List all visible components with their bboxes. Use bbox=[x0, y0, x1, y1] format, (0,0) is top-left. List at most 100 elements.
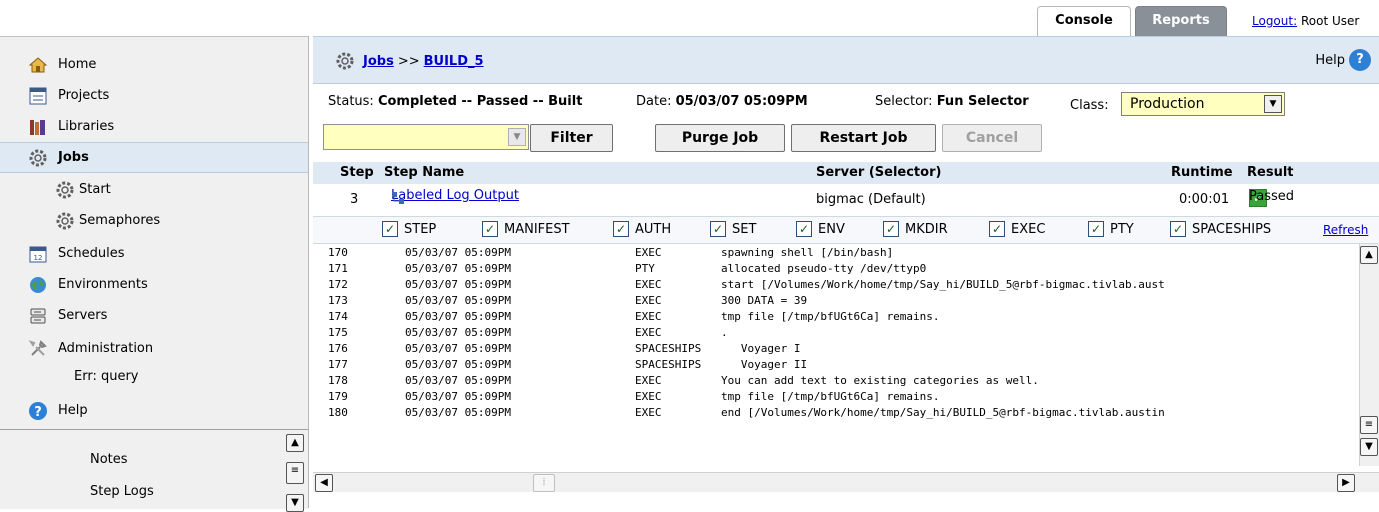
scroll-thumb[interactable]: ≡ bbox=[286, 462, 304, 484]
notes-link[interactable]: Notes bbox=[90, 452, 128, 467]
filter-checkbox-pty[interactable]: ✓ PTY bbox=[1088, 221, 1134, 237]
class-label: Class: bbox=[1070, 98, 1109, 113]
step-logs-link[interactable]: Step Logs bbox=[90, 484, 154, 499]
checkbox-icon[interactable]: ✓ bbox=[382, 221, 398, 237]
filter-checkbox-step[interactable]: ✓ STEP bbox=[382, 221, 436, 237]
refresh-link[interactable]: Refresh bbox=[1323, 223, 1368, 237]
sidebar-item-administration[interactable]: Administration bbox=[0, 333, 308, 364]
globe-icon bbox=[28, 275, 48, 295]
scroll-left-arrow-icon[interactable]: ◀ bbox=[315, 474, 333, 492]
table-row[interactable]: 3 Labeled Log Output bigmac (Default) 0:… bbox=[313, 184, 1379, 214]
server-value: bigmac (Default) bbox=[816, 192, 926, 207]
status-label: Status: bbox=[328, 94, 374, 109]
log-n: 174 bbox=[328, 310, 348, 323]
breadcrumb-separator: >> bbox=[397, 53, 420, 69]
filter-checkbox-spaceships[interactable]: ✓ SPACESHIPS bbox=[1170, 221, 1271, 237]
gear-icon bbox=[55, 180, 75, 200]
col-step-name: Step Name bbox=[384, 165, 465, 180]
log-line: 177 05/03/07 05:09PM SPACESHIPS Voyager II bbox=[313, 358, 1353, 374]
sidebar-item-libraries[interactable]: Libraries bbox=[0, 111, 308, 142]
sidebar-item-environments[interactable]: Environments bbox=[0, 269, 308, 300]
chevron-down-icon[interactable]: ▼ bbox=[508, 128, 526, 146]
sidebar-item-help[interactable]: ? Help bbox=[0, 395, 308, 426]
log-cat: EXEC bbox=[635, 310, 662, 323]
sidebar-scrollbar[interactable]: ▲ ≡ ▼ bbox=[286, 434, 304, 512]
log-horizontal-scrollbar[interactable]: ◀ ⦙ ▶ bbox=[313, 472, 1379, 492]
log-date: 05/03/07 05:09PM bbox=[405, 278, 511, 291]
log-vertical-scrollbar[interactable]: ▲ ≡ ▼ bbox=[1359, 244, 1379, 466]
filter-input[interactable]: ▼ bbox=[323, 124, 529, 150]
scroll-thumb[interactable]: ⦙ bbox=[533, 474, 555, 492]
checkbox-icon[interactable]: ✓ bbox=[482, 221, 498, 237]
log-msg: You can add text to existing categories … bbox=[721, 374, 1039, 387]
help-icon: ? bbox=[1349, 49, 1371, 71]
sidebar-item-semaphores[interactable]: Semaphores bbox=[0, 205, 308, 236]
step-name-cell: Labeled Log Output bbox=[391, 188, 519, 204]
filter-checkbox-manifest[interactable]: ✓ MANIFEST bbox=[482, 221, 570, 237]
filter-checkbox-auth[interactable]: ✓ AUTH bbox=[613, 221, 671, 237]
sidebar-item-schedules[interactable]: 12 Schedules bbox=[0, 238, 308, 269]
filter-checkbox-exec[interactable]: ✓ EXEC bbox=[989, 221, 1045, 237]
breadcrumb-jobs-link[interactable]: Jobs bbox=[363, 54, 394, 69]
libraries-icon bbox=[28, 117, 48, 137]
log-cat: EXEC bbox=[635, 294, 662, 307]
filter-checkbox-env[interactable]: ✓ ENV bbox=[796, 221, 845, 237]
sidebar-item-servers[interactable]: Servers bbox=[0, 300, 308, 331]
checkbox-icon[interactable]: ✓ bbox=[1088, 221, 1104, 237]
filter-checkbox-set[interactable]: ✓ SET bbox=[710, 221, 756, 237]
col-step: Step bbox=[340, 165, 374, 180]
scroll-right-arrow-icon[interactable]: ▶ bbox=[1337, 474, 1355, 492]
checkbox-icon[interactable]: ✓ bbox=[710, 221, 726, 237]
log-msg: 300 DATA = 39 bbox=[721, 294, 808, 307]
log-msg: allocated pseudo-tty /dev/ttyp0 bbox=[721, 262, 927, 275]
sidebar-item-start[interactable]: Start bbox=[0, 174, 308, 205]
scroll-up-arrow-icon[interactable]: ▲ bbox=[286, 434, 304, 452]
filter-checkbox-mkdir[interactable]: ✓ MKDIR bbox=[883, 221, 948, 237]
log-n: 177 bbox=[328, 358, 348, 371]
checkbox-label: PTY bbox=[1110, 221, 1134, 237]
sidebar-item-jobs[interactable]: Jobs bbox=[0, 142, 308, 173]
sidebar-item-label: Administration bbox=[58, 341, 154, 356]
tools-icon bbox=[28, 339, 48, 359]
log-cat: EXEC bbox=[635, 246, 662, 259]
step-name-link[interactable]: Labeled Log Output bbox=[391, 188, 519, 203]
status-field: Status: Completed -- Passed -- Built bbox=[328, 94, 582, 109]
col-runtime: Runtime bbox=[1171, 165, 1233, 180]
log-date: 05/03/07 05:09PM bbox=[405, 326, 511, 339]
calendar-icon: 12 bbox=[28, 244, 48, 264]
sidebar-item-home[interactable]: Home bbox=[0, 49, 308, 80]
sidebar-item-projects[interactable]: Projects bbox=[0, 80, 308, 111]
purge-job-button[interactable]: Purge Job bbox=[655, 124, 785, 152]
scroll-down-arrow-icon[interactable]: ▼ bbox=[1360, 438, 1378, 456]
checkbox-icon[interactable]: ✓ bbox=[1170, 221, 1186, 237]
log-cat: EXEC bbox=[635, 326, 662, 339]
checkbox-label: EXEC bbox=[1011, 221, 1046, 237]
restart-job-button[interactable]: Restart Job bbox=[791, 124, 936, 152]
cancel-button[interactable]: Cancel bbox=[942, 124, 1042, 152]
help-button[interactable]: Help ? bbox=[1315, 49, 1371, 71]
logout-link[interactable]: Logout: bbox=[1252, 14, 1297, 28]
log-cat: EXEC bbox=[635, 374, 662, 387]
checkbox-icon[interactable]: ✓ bbox=[613, 221, 629, 237]
scroll-up-arrow-icon[interactable]: ▲ bbox=[1360, 246, 1378, 264]
log-line: 173 05/03/07 05:09PM EXEC 300 DATA = 39 bbox=[313, 294, 1353, 310]
checkbox-icon[interactable]: ✓ bbox=[989, 221, 1005, 237]
log-date: 05/03/07 05:09PM bbox=[405, 246, 511, 259]
scroll-down-arrow-icon[interactable]: ▼ bbox=[286, 494, 304, 512]
sidebar-item-label: Projects bbox=[58, 88, 110, 103]
tab-reports[interactable]: Reports bbox=[1135, 6, 1227, 36]
filter-button[interactable]: Filter bbox=[530, 124, 613, 152]
scroll-thumb[interactable]: ≡ bbox=[1360, 416, 1378, 434]
tab-console[interactable]: Console bbox=[1037, 6, 1131, 36]
checkbox-icon[interactable]: ✓ bbox=[883, 221, 899, 237]
main-panel: Jobs >> BUILD_5 Help ? Status: Completed… bbox=[313, 36, 1379, 508]
log-n: 173 bbox=[328, 294, 348, 307]
class-select[interactable]: Production ▼ bbox=[1121, 92, 1285, 116]
chevron-down-icon[interactable]: ▼ bbox=[1264, 95, 1282, 113]
log-cat: PTY bbox=[635, 262, 655, 275]
breadcrumb-build-link[interactable]: BUILD_5 bbox=[424, 54, 484, 69]
log-msg: Voyager II bbox=[721, 358, 808, 371]
sidebar-lower-panel: Notes Step Logs ▲ ≡ ▼ bbox=[0, 429, 308, 512]
checkbox-icon[interactable]: ✓ bbox=[796, 221, 812, 237]
gear-icon bbox=[28, 148, 48, 168]
